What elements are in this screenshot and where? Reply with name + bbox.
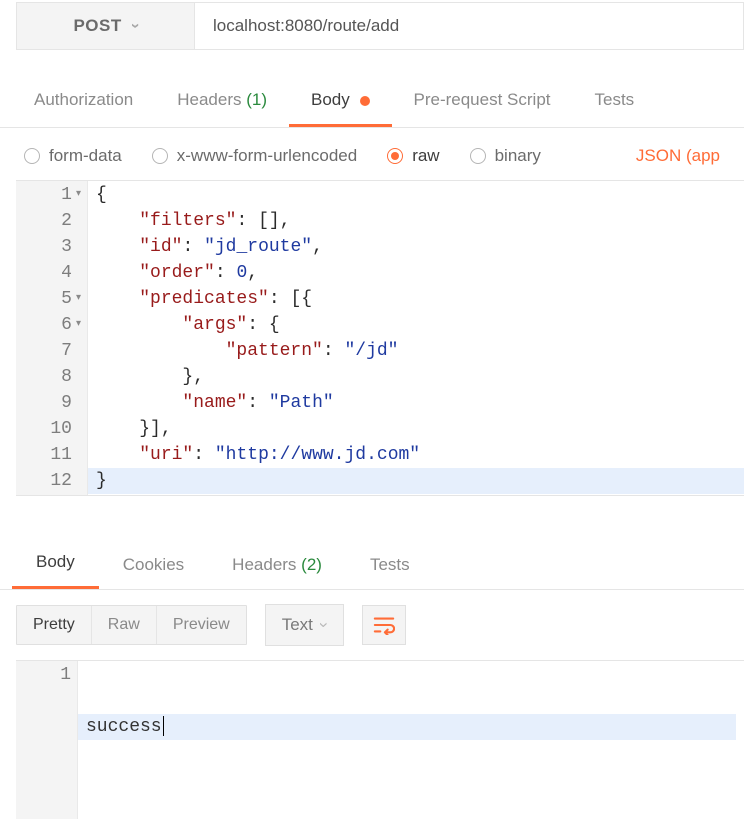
response-toolbar: Pretty Raw Preview Text › xyxy=(0,590,744,660)
radio-icon xyxy=(24,148,40,164)
resp-line-gutter: 1 xyxy=(16,661,78,819)
radio-icon xyxy=(470,148,486,164)
radio-binary[interactable]: binary xyxy=(470,146,541,166)
tab-tests[interactable]: Tests xyxy=(573,78,657,127)
tab-prerequest[interactable]: Pre-request Script xyxy=(392,78,573,127)
view-raw-button[interactable]: Raw xyxy=(92,606,157,644)
view-pretty-button[interactable]: Pretty xyxy=(17,606,92,644)
radio-icon xyxy=(387,148,403,164)
response-body-editor[interactable]: 1 success xyxy=(16,660,744,819)
chevron-down-icon: › xyxy=(314,622,334,628)
response-view-mode: Pretty Raw Preview xyxy=(16,605,247,645)
content-type-dropdown[interactable]: JSON (app xyxy=(636,146,720,166)
line-gutter: 1▾ 2▾ 3▾ 4▾ 5▾ 6▾ 7▾ 8▾ 9▾ 10▾ 11▾ 12▾ xyxy=(16,181,88,495)
radio-raw[interactable]: raw xyxy=(387,146,439,166)
fold-icon: ▾ xyxy=(76,286,81,312)
tab-authorization[interactable]: Authorization xyxy=(12,78,155,127)
http-method-selector[interactable]: POST › xyxy=(16,2,194,50)
resp-tab-body[interactable]: Body xyxy=(12,540,99,589)
wrap-icon xyxy=(373,615,395,635)
http-method-label: POST xyxy=(73,16,121,36)
request-body-code[interactable]: { "filters": [], "id": "jd_route", "orde… xyxy=(88,181,428,495)
response-body-code[interactable]: success xyxy=(78,661,744,819)
tab-headers[interactable]: Headers (1) xyxy=(155,78,289,127)
resp-headers-count-badge: (2) xyxy=(301,555,322,574)
body-modified-dot-icon xyxy=(360,96,370,106)
resp-tab-headers[interactable]: Headers (2) xyxy=(208,543,346,589)
resp-tab-tests[interactable]: Tests xyxy=(346,543,434,589)
resp-tab-cookies[interactable]: Cookies xyxy=(99,543,208,589)
body-type-row: form-data x-www-form-urlencoded raw bina… xyxy=(0,128,744,180)
headers-count-badge: (1) xyxy=(246,90,267,109)
chevron-down-icon: › xyxy=(126,23,144,29)
fold-icon: ▾ xyxy=(76,312,81,338)
request-body-editor[interactable]: 1▾ 2▾ 3▾ 4▾ 5▾ 6▾ 7▾ 8▾ 9▾ 10▾ 11▾ 12▾ {… xyxy=(16,180,744,496)
radio-icon xyxy=(152,148,168,164)
wrap-lines-button[interactable] xyxy=(362,605,406,645)
tab-body[interactable]: Body xyxy=(289,78,391,127)
response-tabs: Body Cookies Headers (2) Tests xyxy=(0,540,744,590)
url-input[interactable] xyxy=(194,2,744,50)
request-tabs: Authorization Headers (1) Body Pre-reque… xyxy=(0,78,744,128)
cursor-icon xyxy=(163,716,165,736)
fold-icon: ▾ xyxy=(76,182,81,208)
view-preview-button[interactable]: Preview xyxy=(157,606,246,644)
response-language-dropdown[interactable]: Text › xyxy=(265,604,344,646)
radio-urlencoded[interactable]: x-www-form-urlencoded xyxy=(152,146,357,166)
radio-form-data[interactable]: form-data xyxy=(24,146,122,166)
